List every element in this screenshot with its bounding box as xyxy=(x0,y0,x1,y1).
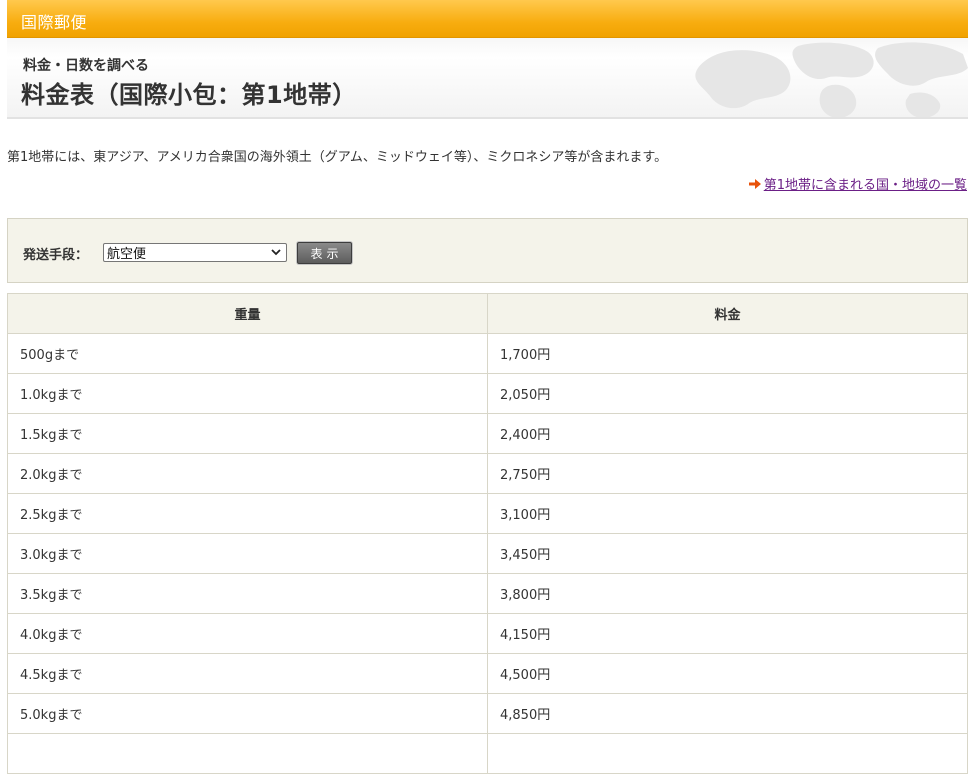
world-map-icon xyxy=(695,42,968,117)
table-row: 3.0kgまで 3,450円 xyxy=(7,533,968,574)
table-row: 1.0kgまで 2,050円 xyxy=(7,373,968,414)
weight-cell: 500gまで xyxy=(7,333,488,374)
weight-cell: 1.5kgまで xyxy=(7,413,488,454)
table-row: 4.5kgまで 4,500円 xyxy=(7,653,968,694)
chevron-down-icon xyxy=(271,249,281,256)
shipping-method-label: 発送手段： xyxy=(23,248,89,263)
section-subtitle: 料金・日数を調べる xyxy=(23,58,149,74)
weight-cell: 3.5kgまで xyxy=(7,573,488,614)
rate-table: 重量 料金 500gまで 1,700円 1.0kgまで 2,050円 1.5kgまで… xyxy=(7,293,968,774)
price-cell: 2,050円 xyxy=(487,373,968,414)
weight-cell: 4.0kgまで xyxy=(7,613,488,654)
country-list-link-row: 第1地帯に含まれる国・地域の一覧 xyxy=(748,174,967,193)
table-row: 2.0kgまで 2,750円 xyxy=(7,453,968,494)
country-list-link[interactable]: 第1地帯に含まれる国・地域の一覧 xyxy=(764,174,967,193)
page-title: 料金表（国際小包：第1地帯） xyxy=(21,81,357,109)
price-cell xyxy=(487,733,968,774)
price-cell: 3,100円 xyxy=(487,493,968,534)
zone-description: 第1地帯には、東アジア、アメリカ合衆国の海外領土（グアム、ミッドウェイ等）、ミク… xyxy=(7,150,668,165)
table-row: 1.5kgまで 2,400円 xyxy=(7,413,968,454)
weight-cell: 2.5kgまで xyxy=(7,493,488,534)
price-column-header: 料金 xyxy=(487,293,968,334)
price-cell: 4,850円 xyxy=(487,693,968,734)
shipping-method-form: 発送手段： 航空便 表示 xyxy=(7,218,968,283)
price-cell: 3,450円 xyxy=(487,533,968,574)
table-row: 5.0kgまで 4,850円 xyxy=(7,693,968,734)
price-cell: 1,700円 xyxy=(487,333,968,374)
weight-cell: 5.0kgまで xyxy=(7,693,488,734)
weight-cell: 2.0kgまで xyxy=(7,453,488,494)
table-row xyxy=(7,733,968,774)
price-cell: 4,500円 xyxy=(487,653,968,694)
price-cell: 4,150円 xyxy=(487,613,968,654)
table-row: 3.5kgまで 3,800円 xyxy=(7,573,968,614)
site-header-bar: 国際郵便 xyxy=(7,0,968,38)
site-title[interactable]: 国際郵便 xyxy=(21,9,87,33)
weight-cell xyxy=(7,733,488,774)
shipping-method-value: 航空便 xyxy=(107,247,147,262)
weight-cell: 4.5kgまで xyxy=(7,653,488,694)
table-row: 4.0kgまで 4,150円 xyxy=(7,613,968,654)
weight-cell: 1.0kgまで xyxy=(7,373,488,414)
page-header: 料金・日数を調べる 料金表（国際小包：第1地帯） xyxy=(7,38,968,119)
show-button[interactable]: 表示 xyxy=(297,242,352,264)
price-cell: 3,800円 xyxy=(487,573,968,614)
arrow-right-icon xyxy=(748,178,761,189)
weight-cell: 3.0kgまで xyxy=(7,533,488,574)
table-row: 2.5kgまで 3,100円 xyxy=(7,493,968,534)
weight-column-header: 重量 xyxy=(7,293,488,334)
shipping-method-select[interactable]: 航空便 xyxy=(103,243,287,262)
price-cell: 2,400円 xyxy=(487,413,968,454)
table-header-row: 重量 料金 xyxy=(7,293,968,334)
table-row: 500gまで 1,700円 xyxy=(7,333,968,374)
price-cell: 2,750円 xyxy=(487,453,968,494)
